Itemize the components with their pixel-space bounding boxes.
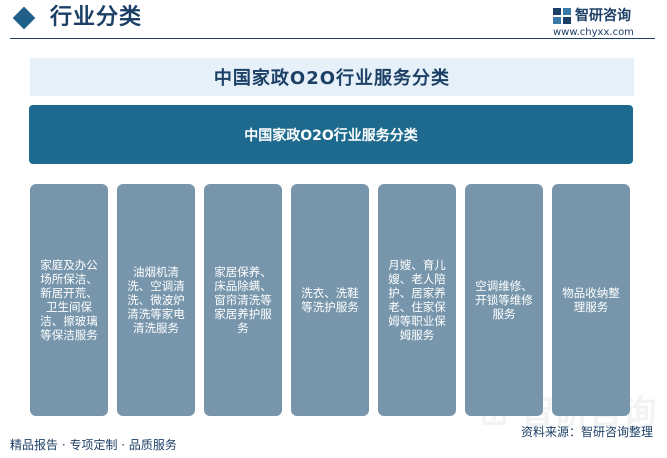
logo-icon	[553, 8, 571, 24]
category-card-text: 油烟机清洗、空调清洗、微波炉清洗等家电清洗服务	[127, 265, 185, 335]
header: Classification 行业分类 智研咨询 www.chyxx.com	[0, 0, 667, 40]
category-card-text: 家居保养、床品除螨、窗帘清洗等家居养护服务	[214, 265, 272, 335]
section-title: 行业分类	[50, 5, 143, 30]
footer-source: 资料来源：智研咨询整理	[520, 425, 653, 439]
root-node-label: 中国家政O2O行业服务分类	[244, 127, 418, 144]
category-card: 家居保养、床品除螨、窗帘清洗等家居养护服务	[204, 184, 282, 416]
footer-tagline: 精品报告 · 专项定制 · 品质服务	[10, 438, 177, 452]
category-card-text: 月嫂、育儿嫂、老人陪护、居家养老、住家保姆等职业保姆服务	[388, 258, 446, 342]
brand-name: 智研咨询	[575, 8, 631, 24]
category-card: 空调维修、开锁等维修服务	[465, 184, 543, 416]
brand-url: www.chyxx.com	[553, 27, 634, 38]
category-card: 油烟机清洗、空调清洗、微波炉清洗等家电清洗服务	[117, 184, 195, 416]
category-cards: 家庭及办公场所保洁、新居开荒、卫生间保洁、擦玻璃等保洁服务 油烟机清洗、空调清洗…	[30, 184, 634, 416]
diamond-icon	[12, 6, 36, 30]
category-card-text: 空调维修、开锁等维修服务	[475, 279, 533, 321]
diagram-title-bar: 中国家政O2O行业服务分类	[30, 58, 634, 96]
category-card: 物品收纳整理服务	[552, 184, 630, 416]
root-node: 中国家政O2O行业服务分类	[29, 105, 633, 164]
brand-logo: 智研咨询 www.chyxx.com	[553, 6, 653, 40]
category-card: 月嫂、育儿嫂、老人陪护、居家养老、住家保姆等职业保姆服务	[378, 184, 456, 416]
category-card: 洗衣、洗鞋等洗护服务	[291, 184, 369, 416]
category-card-text: 家庭及办公场所保洁、新居开荒、卫生间保洁、擦玻璃等保洁服务	[40, 258, 98, 342]
category-card: 家庭及办公场所保洁、新居开荒、卫生间保洁、擦玻璃等保洁服务	[30, 184, 108, 416]
category-card-text: 洗衣、洗鞋等洗护服务	[301, 286, 359, 314]
diagram-title: 中国家政O2O行业服务分类	[213, 68, 451, 89]
category-card-text: 物品收纳整理服务	[562, 286, 620, 314]
